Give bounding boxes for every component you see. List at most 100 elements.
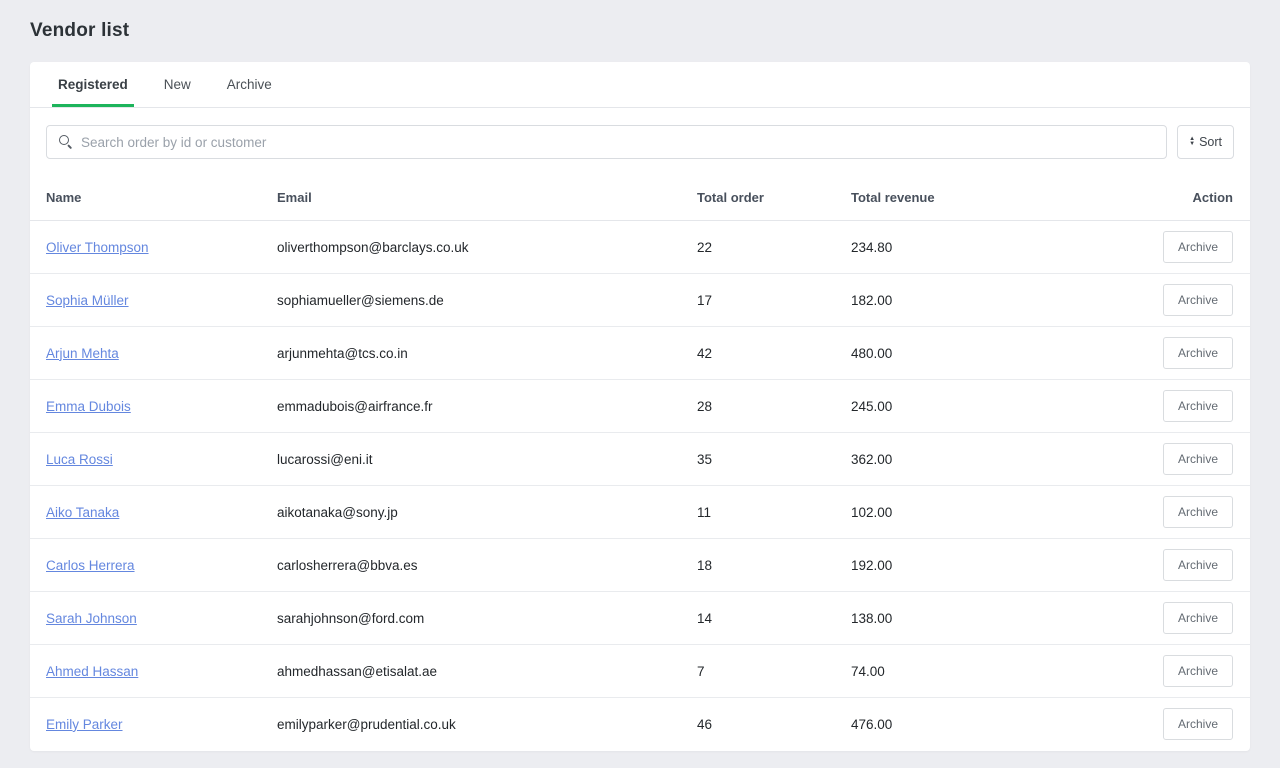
archive-button[interactable]: Archive [1163, 337, 1233, 369]
cell-action: Archive [1100, 327, 1250, 380]
vendor-list-page: Vendor list Registered New Archive ▲ ▼ [0, 0, 1280, 751]
cell-action: Archive [1100, 539, 1250, 592]
search-icon [59, 135, 72, 148]
cell-action: Archive [1100, 221, 1250, 274]
cell-name: Aiko Tanaka [30, 486, 277, 539]
archive-button[interactable]: Archive [1163, 496, 1233, 528]
sort-button-label: Sort [1199, 135, 1222, 149]
cell-total-order: 42 [697, 327, 851, 380]
search-input[interactable] [46, 125, 1167, 159]
cell-total-order: 22 [697, 221, 851, 274]
tab-registered[interactable]: Registered [52, 62, 134, 107]
table-row: Sarah Johnson sarahjohnson@ford.com 14 1… [30, 592, 1250, 645]
cell-email: emmadubois@airfrance.fr [277, 380, 697, 433]
tab-registered-label: Registered [58, 77, 128, 92]
vendor-name-link[interactable]: Sarah Johnson [46, 611, 137, 626]
cell-total-order: 18 [697, 539, 851, 592]
table-row: Arjun Mehta arjunmehta@tcs.co.in 42 480.… [30, 327, 1250, 380]
cell-name: Oliver Thompson [30, 221, 277, 274]
cell-name: Emma Dubois [30, 380, 277, 433]
cell-total-revenue: 138.00 [851, 592, 1100, 645]
cell-total-revenue: 192.00 [851, 539, 1100, 592]
cell-total-order: 7 [697, 645, 851, 698]
cell-action: Archive [1100, 698, 1250, 751]
vendor-table: Name Email Total order Total revenue Act… [30, 175, 1250, 751]
cell-total-order: 35 [697, 433, 851, 486]
cell-action: Archive [1100, 274, 1250, 327]
vendor-card: Registered New Archive ▲ ▼ Sort [30, 62, 1250, 751]
vendor-name-link[interactable]: Arjun Mehta [46, 346, 119, 361]
table-row: Aiko Tanaka aikotanaka@sony.jp 11 102.00… [30, 486, 1250, 539]
cell-total-order: 11 [697, 486, 851, 539]
tab-archive[interactable]: Archive [221, 62, 278, 107]
cell-name: Emily Parker [30, 698, 277, 751]
cell-email: lucarossi@eni.it [277, 433, 697, 486]
cell-email: arjunmehta@tcs.co.in [277, 327, 697, 380]
table-row: Emma Dubois emmadubois@airfrance.fr 28 2… [30, 380, 1250, 433]
archive-button[interactable]: Archive [1163, 443, 1233, 475]
cell-name: Luca Rossi [30, 433, 277, 486]
cell-action: Archive [1100, 645, 1250, 698]
vendor-name-link[interactable]: Ahmed Hassan [46, 664, 138, 679]
tab-new-label: New [164, 77, 191, 92]
search-wrap [46, 125, 1167, 159]
table-row: Oliver Thompson oliverthompson@barclays.… [30, 221, 1250, 274]
cell-total-revenue: 480.00 [851, 327, 1100, 380]
archive-button[interactable]: Archive [1163, 231, 1233, 263]
vendor-name-link[interactable]: Oliver Thompson [46, 240, 149, 255]
tab-archive-label: Archive [227, 77, 272, 92]
cell-email: emilyparker@prudential.co.uk [277, 698, 697, 751]
table-row: Sophia Müller sophiamueller@siemens.de 1… [30, 274, 1250, 327]
vendor-name-link[interactable]: Emily Parker [46, 717, 123, 732]
archive-button[interactable]: Archive [1163, 602, 1233, 634]
cell-email: sarahjohnson@ford.com [277, 592, 697, 645]
column-header-action: Action [1100, 175, 1250, 221]
cell-action: Archive [1100, 486, 1250, 539]
cell-total-revenue: 102.00 [851, 486, 1100, 539]
tab-new[interactable]: New [158, 62, 197, 107]
column-header-name: Name [30, 175, 277, 221]
sort-down-arrow-icon: ▼ [1189, 142, 1195, 147]
cell-email: ahmedhassan@etisalat.ae [277, 645, 697, 698]
archive-button[interactable]: Archive [1163, 390, 1233, 422]
table-row: Luca Rossi lucarossi@eni.it 35 362.00 Ar… [30, 433, 1250, 486]
table-header: Name Email Total order Total revenue Act… [30, 175, 1250, 221]
cell-email: sophiamueller@siemens.de [277, 274, 697, 327]
cell-total-order: 14 [697, 592, 851, 645]
toolbar: ▲ ▼ Sort [30, 108, 1250, 175]
cell-total-revenue: 234.80 [851, 221, 1100, 274]
archive-button[interactable]: Archive [1163, 708, 1233, 740]
cell-action: Archive [1100, 433, 1250, 486]
table-row: Ahmed Hassan ahmedhassan@etisalat.ae 7 7… [30, 645, 1250, 698]
cell-name: Sophia Müller [30, 274, 277, 327]
vendor-name-link[interactable]: Sophia Müller [46, 293, 129, 308]
archive-button[interactable]: Archive [1163, 549, 1233, 581]
cell-email: carlosherrera@bbva.es [277, 539, 697, 592]
vendor-name-link[interactable]: Aiko Tanaka [46, 505, 119, 520]
column-header-total-order: Total order [697, 175, 851, 221]
cell-total-order: 17 [697, 274, 851, 327]
vendor-table-body: Oliver Thompson oliverthompson@barclays.… [30, 221, 1250, 751]
sort-button[interactable]: ▲ ▼ Sort [1177, 125, 1234, 159]
cell-total-revenue: 362.00 [851, 433, 1100, 486]
archive-button[interactable]: Archive [1163, 284, 1233, 316]
vendor-name-link[interactable]: Luca Rossi [46, 452, 113, 467]
cell-total-revenue: 182.00 [851, 274, 1100, 327]
sort-icon: ▲ ▼ [1189, 137, 1195, 147]
cell-total-revenue: 245.00 [851, 380, 1100, 433]
vendor-name-link[interactable]: Emma Dubois [46, 399, 131, 414]
tabbar: Registered New Archive [30, 62, 1250, 108]
cell-name: Ahmed Hassan [30, 645, 277, 698]
cell-total-revenue: 476.00 [851, 698, 1100, 751]
cell-email: aikotanaka@sony.jp [277, 486, 697, 539]
archive-button[interactable]: Archive [1163, 655, 1233, 687]
table-row: Emily Parker emilyparker@prudential.co.u… [30, 698, 1250, 751]
page-title: Vendor list [30, 20, 1250, 42]
cell-action: Archive [1100, 592, 1250, 645]
column-header-total-revenue: Total revenue [851, 175, 1100, 221]
cell-total-order: 28 [697, 380, 851, 433]
cell-total-revenue: 74.00 [851, 645, 1100, 698]
cell-email: oliverthompson@barclays.co.uk [277, 221, 697, 274]
cell-total-order: 46 [697, 698, 851, 751]
vendor-name-link[interactable]: Carlos Herrera [46, 558, 135, 573]
